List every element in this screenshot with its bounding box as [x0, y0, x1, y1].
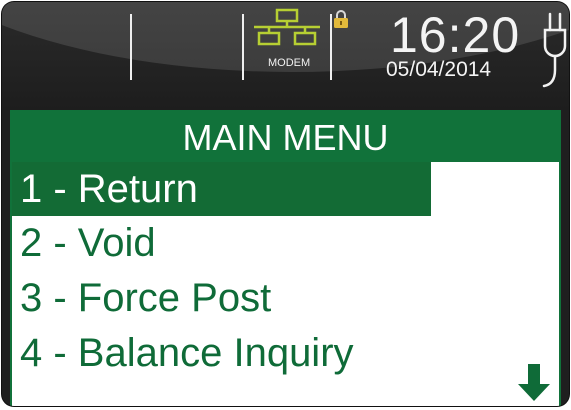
down-arrow-icon[interactable]	[517, 364, 551, 402]
status-divider	[330, 14, 332, 80]
main-content: MAIN MENU 1 - Return 2 - Void 3 - Force …	[10, 110, 561, 406]
clock-date: 05/04/2014	[386, 58, 492, 81]
lock-icon	[334, 10, 348, 28]
plug-icon	[542, 12, 567, 88]
status-divider	[242, 14, 244, 80]
menu-item-balance-inquiry[interactable]: 4 - Balance Inquiry	[12, 326, 354, 380]
menu-title: MAIN MENU	[182, 117, 389, 158]
connection-label: MODEM	[268, 57, 311, 69]
clock-time: 16:20	[390, 7, 521, 63]
status-divider	[130, 14, 132, 80]
menu-item-return[interactable]: 1 - Return	[12, 162, 431, 216]
network-icon	[254, 8, 320, 46]
menu-panel: 1 - Return 2 - Void 3 - Force Post 4 - B…	[12, 162, 559, 406]
menu-item-void[interactable]: 2 - Void	[12, 216, 156, 270]
status-bar: MODEM 16:20 05/04/2014	[2, 2, 569, 110]
menu-item-force-post[interactable]: 3 - Force Post	[12, 271, 271, 325]
terminal-screen: MODEM 16:20 05/04/2014 MAIN MENU 1 - Ret…	[2, 2, 569, 406]
